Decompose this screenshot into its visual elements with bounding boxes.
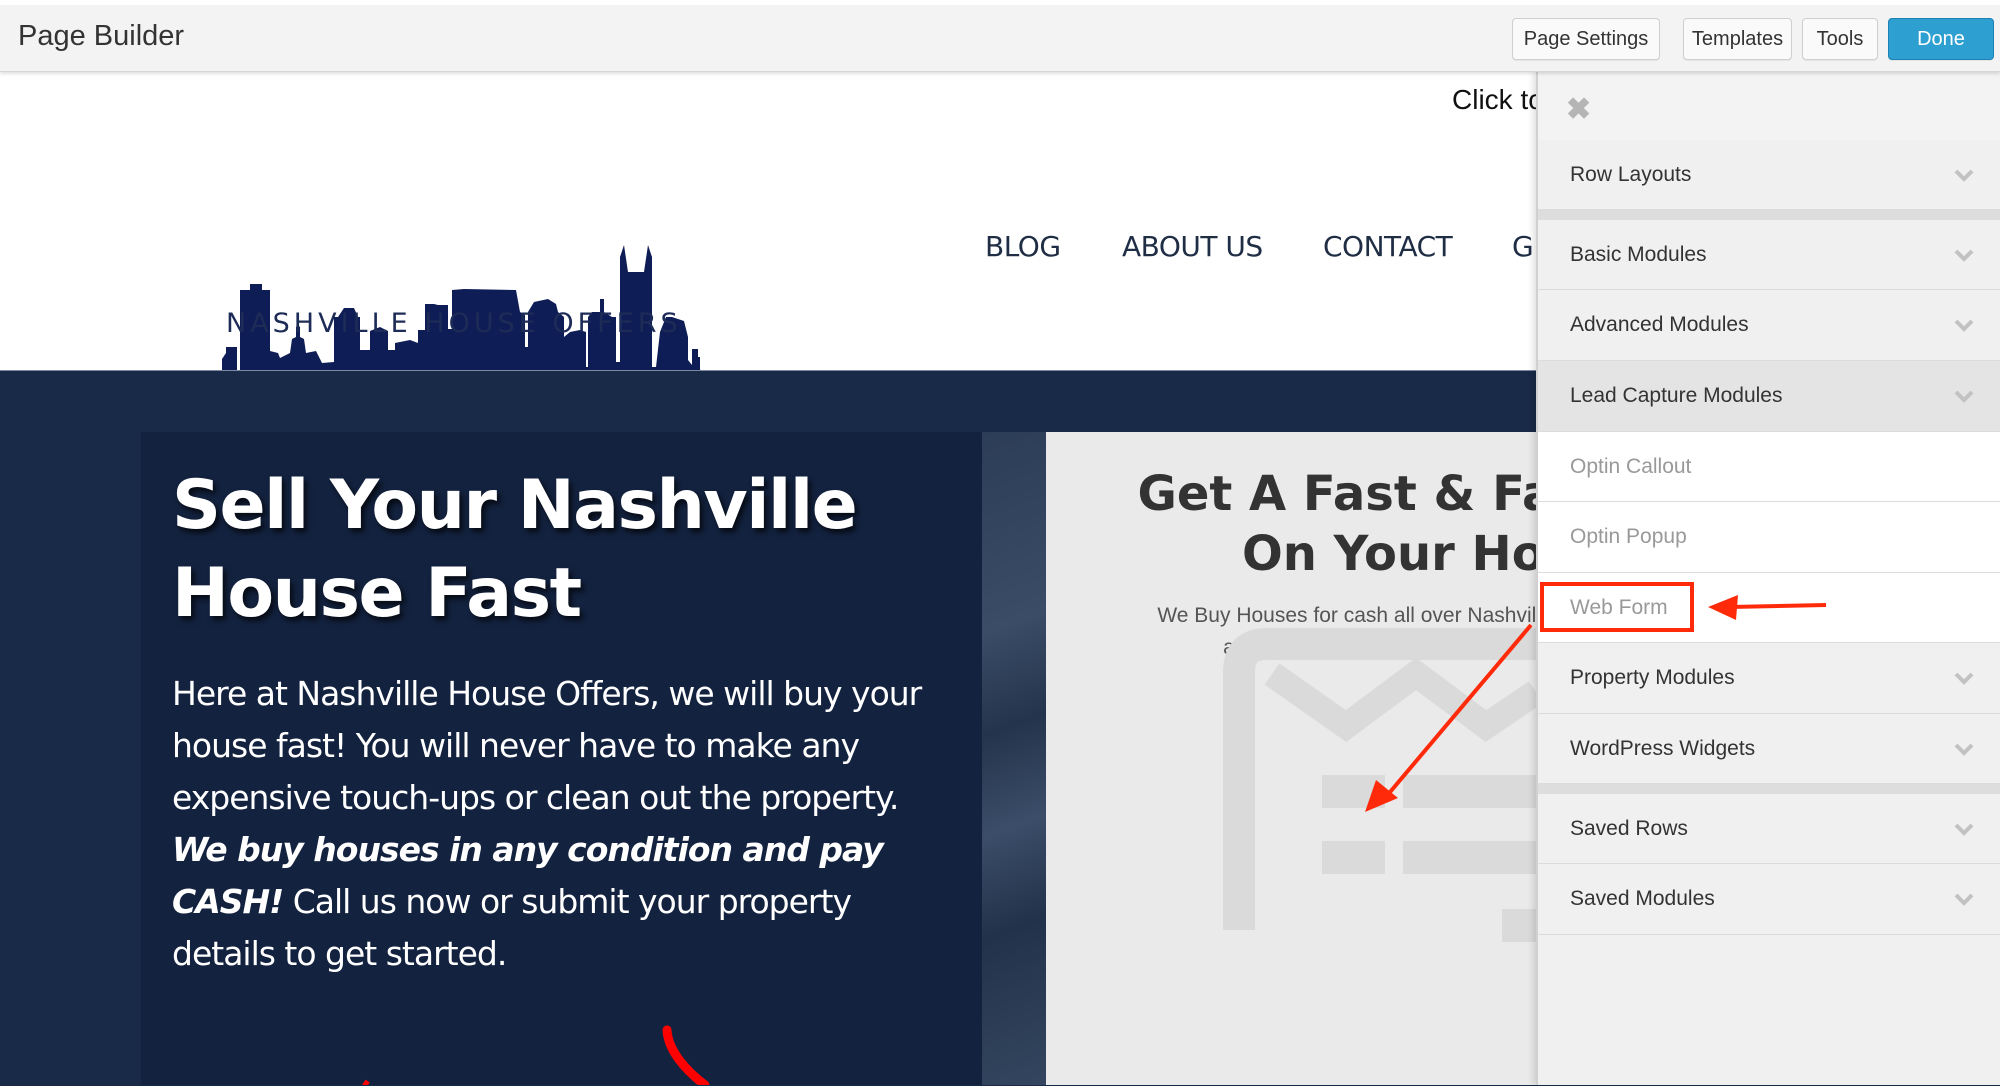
section-advanced-modules[interactable]: Advanced Modules [1538, 290, 2000, 361]
nav-about-us[interactable]: ABOUT US [1122, 230, 1263, 263]
done-button[interactable]: Done [1888, 18, 1994, 60]
chevron-down-icon [1954, 390, 1974, 403]
lead-form-card: Get A Fast & Fair On Your House We Buy H… [1046, 432, 1536, 1085]
hero-body: Here at Nashville House Offers, we will … [172, 668, 952, 980]
panel-divider [1538, 210, 2000, 220]
chevron-down-icon [1954, 169, 1974, 182]
nav-contact[interactable]: CONTACT [1323, 230, 1453, 263]
nav-truncated-item[interactable]: G [1512, 230, 1534, 263]
section-row-layouts[interactable]: Row Layouts [1538, 140, 2000, 210]
chevron-down-icon [1954, 319, 1974, 332]
section-label: Saved Modules [1570, 887, 1715, 910]
section-label: Lead Capture Modules [1570, 384, 1783, 407]
web-form-highlight-box [1540, 582, 1694, 632]
section-label: Advanced Modules [1570, 313, 1749, 336]
section-label: Row Layouts [1570, 162, 1692, 186]
close-icon[interactable]: ✖ [1566, 92, 1591, 127]
hero-title: Sell Your Nashville House Fast [172, 466, 858, 633]
click-to-call-text[interactable]: Click to [1452, 84, 1544, 116]
nav-blog[interactable]: BLOG [985, 230, 1061, 263]
web-form-placeholder-icon [1223, 628, 1536, 942]
section-lead-capture-modules[interactable]: Lead Capture Modules [1538, 361, 2000, 432]
module-optin-popup[interactable]: Optin Popup [1538, 502, 2000, 573]
templates-button[interactable]: Templates [1683, 18, 1792, 60]
section-label: Basic Modules [1570, 242, 1707, 266]
section-label: Saved Rows [1570, 816, 1688, 840]
hero-body-intro: Here at Nashville House Offers, we will … [172, 674, 922, 817]
panel-header: ✖ [1538, 72, 2000, 141]
module-optin-callout[interactable]: Optin Callout [1538, 432, 2000, 502]
module-label: Optin Popup [1570, 525, 1687, 548]
chevron-down-icon [1954, 893, 1974, 906]
builder-toolbar: Page Builder Page Settings Templates Too… [0, 0, 2000, 72]
section-wordpress-widgets[interactable]: WordPress Widgets [1538, 714, 2000, 784]
section-saved-modules[interactable]: Saved Modules [1538, 864, 2000, 935]
section-basic-modules[interactable]: Basic Modules [1538, 220, 2000, 290]
chevron-down-icon [1954, 743, 1974, 756]
section-label: WordPress Widgets [1570, 736, 1756, 760]
logo-wordmark: NASHVILLE HOUSE OFFERS [226, 308, 682, 339]
chevron-down-icon [1954, 249, 1974, 262]
panel-divider [1538, 784, 2000, 794]
builder-title: Page Builder [18, 20, 185, 52]
tools-button[interactable]: Tools [1802, 18, 1878, 60]
hero-background-image [982, 432, 1046, 1085]
section-label: Property Modules [1570, 666, 1735, 689]
module-panel: ✖ Row Layouts Basic Modules Advanced Mod… [1536, 72, 2000, 1085]
module-label: Optin Callout [1570, 454, 1692, 478]
chevron-down-icon [1954, 672, 1974, 685]
section-saved-rows[interactable]: Saved Rows [1538, 794, 2000, 864]
section-property-modules[interactable]: Property Modules [1538, 643, 2000, 714]
chevron-down-icon [1954, 823, 1974, 836]
page-settings-button[interactable]: Page Settings [1512, 18, 1660, 60]
